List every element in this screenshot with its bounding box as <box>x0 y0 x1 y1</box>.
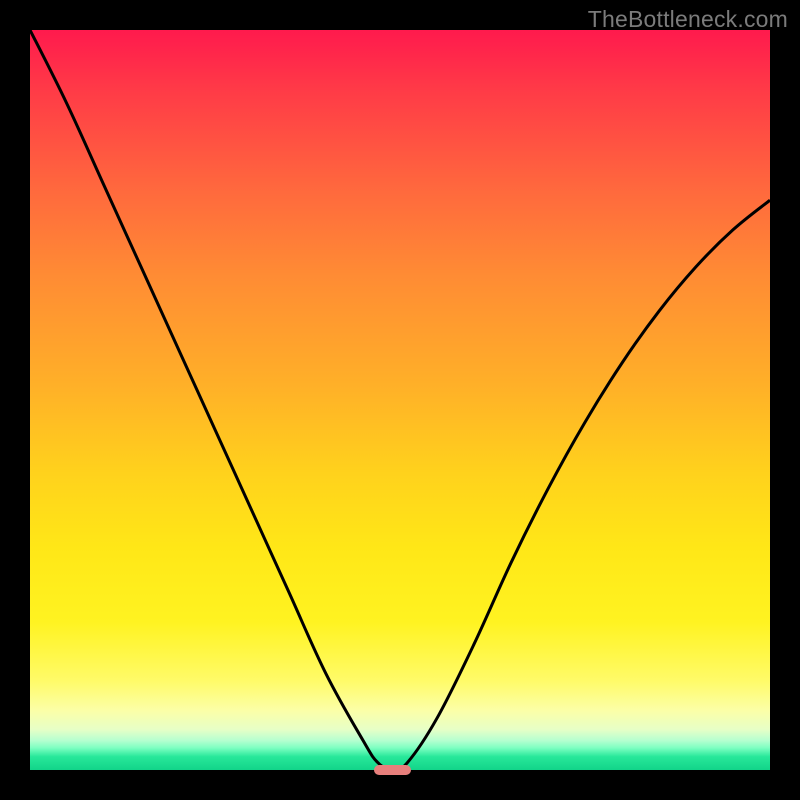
curve-path <box>30 30 770 770</box>
watermark-text: TheBottleneck.com <box>588 6 788 33</box>
plot-area <box>30 30 770 770</box>
bottleneck-curve <box>30 30 770 770</box>
optimal-region-marker <box>374 765 411 775</box>
